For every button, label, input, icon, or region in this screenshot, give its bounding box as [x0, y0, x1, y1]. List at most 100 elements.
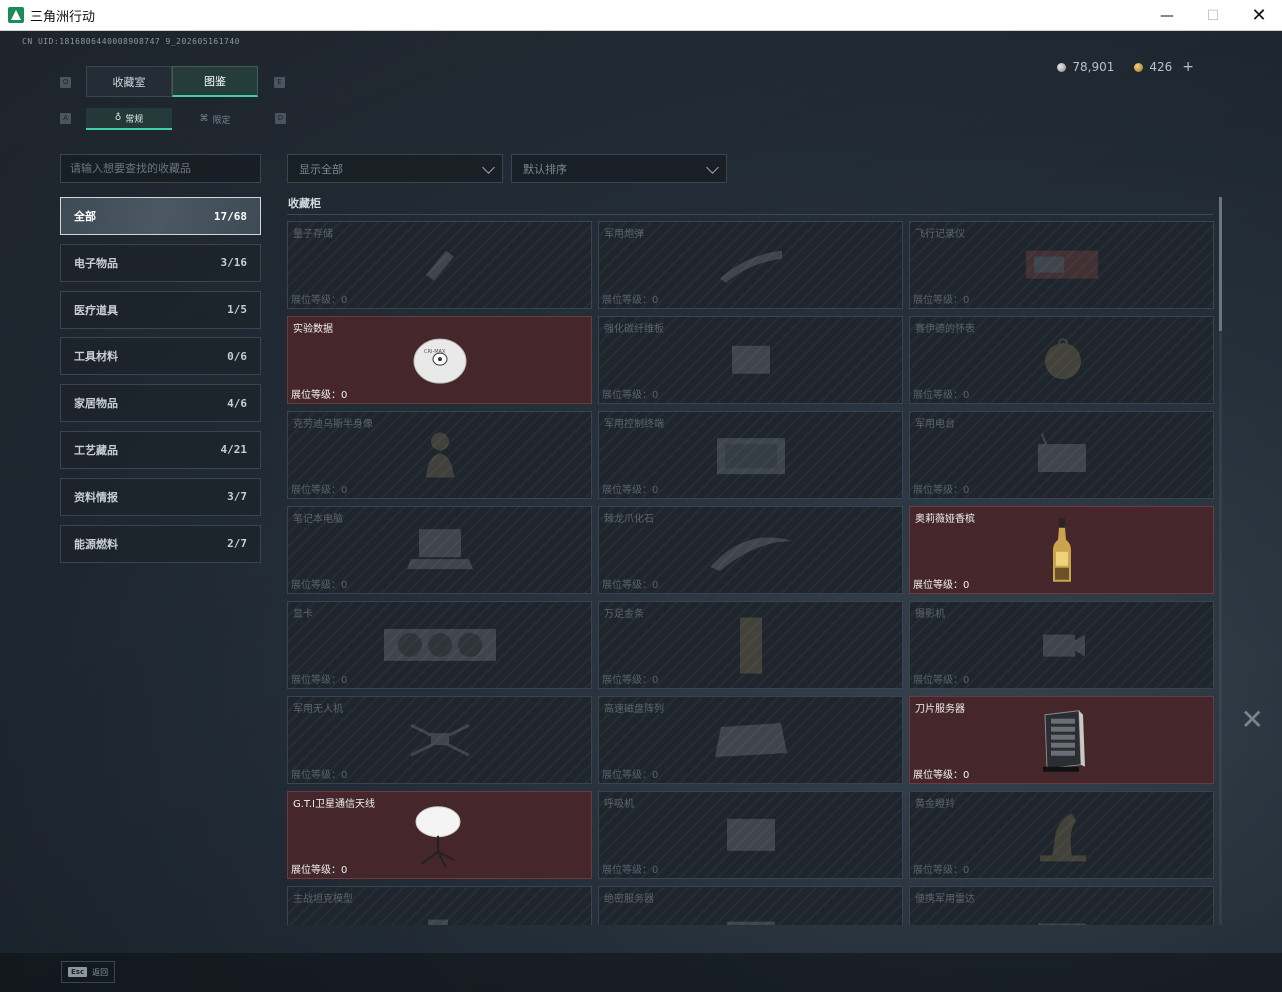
disk-array-icon: [711, 717, 791, 767]
category-tools[interactable]: 工具材料 0/6: [60, 337, 261, 376]
collection-grid-viewport: 量子存储 展位等级：0 军用炮弹 展位等级：0 飞行记录仪 展位等级：0 实验数据 CRI-M…: [287, 221, 1215, 925]
collection-grid: 量子存储 展位等级：0 军用炮弹 展位等级：0 飞行记录仪 展位等级：0 实验数据 CRI-M…: [287, 221, 1215, 925]
tank-model-icon: [410, 912, 470, 925]
collection-item-card[interactable]: 便携军用雷达展位等级：: [909, 886, 1214, 925]
collection-item-card[interactable]: 显卡 展位等级：0: [287, 601, 592, 689]
minimize-icon[interactable]: —: [1144, 0, 1190, 31]
category-crafts[interactable]: 工艺藏品 4/21: [60, 430, 261, 469]
category-electronics[interactable]: 电子物品 3/16: [60, 243, 261, 282]
item-display-level: 展位等级：0: [913, 766, 969, 781]
collection-item-card[interactable]: 摄影机 展位等级：0: [909, 601, 1214, 689]
search-input[interactable]: [60, 154, 261, 183]
collection-item-card[interactable]: G.T.I卫星通信天线 展位等级：0: [287, 791, 592, 879]
collection-item-card[interactable]: 奥莉薇娅香槟展位等级：0: [909, 506, 1214, 594]
collection-item-card[interactable]: 绝密服务器展位等级：: [598, 886, 903, 925]
key-hint-q: Q: [60, 77, 71, 88]
item-name: 万足金条: [604, 609, 644, 620]
category-count: 4/21: [220, 443, 248, 457]
item-display-level: 展位等级：0: [602, 766, 658, 781]
ventilator-icon: [721, 813, 781, 861]
category-all[interactable]: 全部 17/68: [60, 197, 261, 235]
section-title: 收藏柜: [288, 197, 321, 210]
silver-coin-icon: [1057, 62, 1067, 72]
item-name: 显卡: [293, 609, 313, 620]
collection-item-card[interactable]: 万足金条 展位等级：0: [598, 601, 903, 689]
category-energy[interactable]: 能源燃料 2/7: [60, 524, 261, 563]
item-display-level: 展位等级：0: [291, 481, 347, 496]
scrollbar-thumb[interactable]: [1219, 197, 1222, 331]
collection-item-card[interactable]: 黄金瞪羚 展位等级：0: [909, 791, 1214, 879]
item-name: 实验数据: [293, 324, 333, 335]
category-label: 工具材料: [74, 350, 118, 364]
key-hint-d: D: [275, 113, 286, 124]
item-display-level: 展位等级：0: [291, 861, 347, 876]
display-level-value: 0: [652, 865, 659, 876]
section-divider: [287, 214, 1213, 215]
collection-item-card[interactable]: 主战坦克模型展位等级：: [287, 886, 592, 925]
item-name: 强化碳纤维板: [604, 324, 664, 335]
collection-item-card[interactable]: 克劳迪乌斯半身像 展位等级：0: [287, 411, 592, 499]
chevron-down-icon: [706, 161, 719, 174]
champagne-bottle-icon: [1051, 517, 1073, 588]
add-currency-button[interactable]: +: [1182, 59, 1194, 75]
pocket-watch-icon: [1037, 335, 1087, 389]
item-display-level: 展位等级：0: [291, 576, 347, 591]
disc-icon: CRI-MAX: [412, 335, 468, 389]
display-level-label: 展位等级：: [913, 580, 963, 591]
category-count: 0/6: [227, 349, 247, 363]
display-level-label: 展位等级：: [291, 390, 341, 401]
collection-item-card[interactable]: 量子存储 展位等级：0: [287, 221, 592, 309]
collection-item-card[interactable]: 呼吸机 展位等级：0: [598, 791, 903, 879]
category-medical[interactable]: 医疗道具 1/5: [60, 290, 261, 329]
gazelle-statue-icon: [1032, 807, 1092, 867]
back-button[interactable]: Esc 返回: [61, 961, 116, 983]
item-name: 军用无人机: [293, 704, 343, 715]
collection-item-card[interactable]: 赛伊德的怀表 展位等级：0: [909, 316, 1214, 404]
maximize-icon[interactable]: ☐: [1190, 0, 1236, 31]
display-level-value: 0: [341, 390, 348, 401]
subtab-regular[interactable]: ♁ 常规: [86, 108, 172, 130]
category-intel[interactable]: 资料情报 3/7: [60, 477, 261, 516]
item-display-level: 展位等级：0: [913, 576, 969, 591]
collection-item-card[interactable]: 强化碳纤维板 展位等级：0: [598, 316, 903, 404]
filter-dropdown[interactable]: 显示全部: [287, 154, 503, 183]
usb-drive-icon: [420, 245, 460, 289]
collection-item-card[interactable]: 棘龙爪化石 展位等级：0: [598, 506, 903, 594]
category-count: 2/7: [227, 537, 247, 551]
flight-recorder-icon: [1022, 247, 1102, 287]
collection-item-card[interactable]: 高速磁盘阵列 展位等级：0: [598, 696, 903, 784]
window-title: 三角洲行动: [30, 9, 96, 25]
display-level-label: 展位等级：: [913, 295, 963, 306]
display-level-label: 展位等级：: [291, 865, 341, 876]
display-level-value: 0: [652, 770, 659, 781]
collection-item-card[interactable]: 实验数据 CRI-MAX 展位等级：0: [287, 316, 592, 404]
collection-item-card[interactable]: 刀片服务器 展位等级：0: [909, 696, 1214, 784]
category-label: 医疗道具: [74, 303, 118, 317]
close-icon[interactable]: ✕: [1236, 0, 1282, 31]
carbon-plate-icon: [726, 340, 776, 384]
tab-collection-room[interactable]: 收藏室: [86, 66, 172, 97]
display-level-value: 0: [963, 295, 970, 306]
collection-item-card[interactable]: 军用无人机 展位等级：0: [287, 696, 592, 784]
category-label: 全部: [74, 210, 96, 223]
game-screen: CN UID:1816806440008908747 9_20260516174…: [0, 31, 1282, 992]
display-level-label: 展位等级：: [913, 865, 963, 876]
currency-bar: 78,901 426 +: [1057, 59, 1194, 75]
collection-item-card[interactable]: 军用炮弹 展位等级：0: [598, 221, 903, 309]
collection-item-card[interactable]: 军用控制终端 展位等级：0: [598, 411, 903, 499]
item-name: 赛伊德的怀表: [915, 324, 975, 335]
collection-item-card[interactable]: 飞行记录仪 展位等级：0: [909, 221, 1214, 309]
category-household[interactable]: 家居物品 4/6: [60, 384, 261, 423]
drone-icon: [405, 715, 475, 769]
item-name: 主战坦克模型: [293, 894, 353, 905]
item-display-level: 展位等级：0: [913, 861, 969, 876]
collection-item-card[interactable]: 笔记本电脑 展位等级：0: [287, 506, 592, 594]
fossil-claw-icon: [706, 527, 796, 577]
tab-catalog[interactable]: 图鉴: [172, 66, 258, 97]
sort-dropdown[interactable]: 默认排序: [511, 154, 727, 183]
sub-tabs: ♁ 常规 ⌘ 限定: [86, 108, 258, 130]
subtab-limited[interactable]: ⌘ 限定: [172, 108, 258, 130]
collection-item-card[interactable]: 军用电台 展位等级：0: [909, 411, 1214, 499]
item-name: 奥莉薇娅香槟: [915, 514, 975, 525]
display-level-value: 0: [341, 865, 348, 876]
